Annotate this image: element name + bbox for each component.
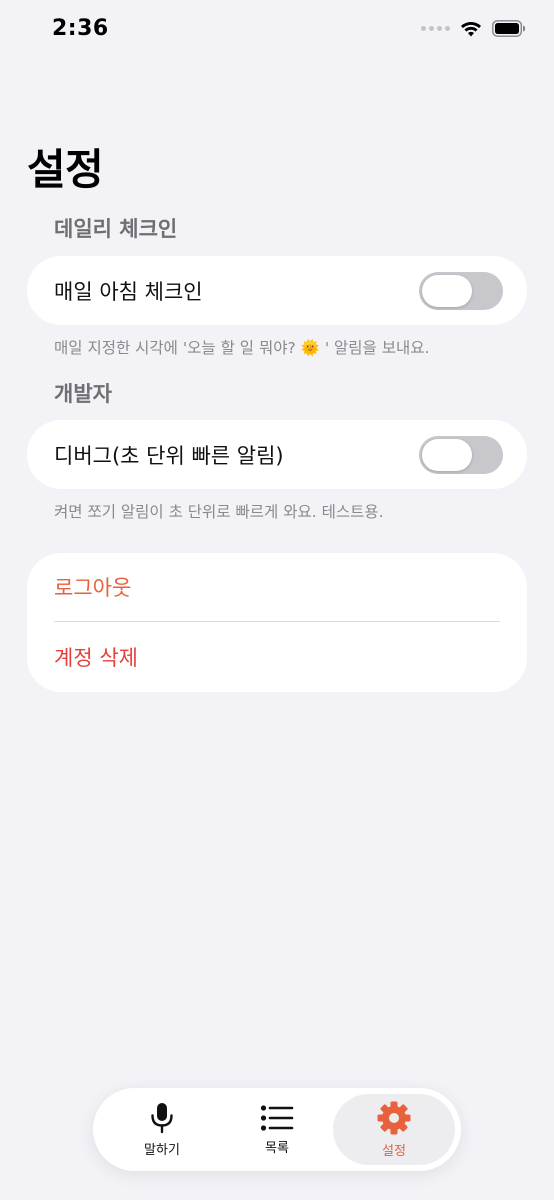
debug-toggle[interactable]: [419, 435, 503, 474]
delete-account-button[interactable]: 계정 삭제: [54, 642, 138, 672]
tab-settings[interactable]: 설정: [333, 1094, 455, 1165]
tab-bar: 말하기 목록 설정: [93, 1088, 461, 1171]
toggle-knob: [422, 274, 472, 307]
daily-checkin-footnote: 매일 지정한 시각에 '오늘 할 일 뭐야? 🌞 ' 알림을 보내요.: [54, 339, 430, 357]
battery-icon: [492, 20, 526, 37]
debug-row: 디버그(초 단위 빠른 알림): [27, 420, 527, 489]
tab-list-label: 목록: [265, 1140, 289, 1156]
tab-settings-label: 설정: [382, 1143, 406, 1159]
account-card: 로그아웃 계정 삭제: [27, 553, 527, 692]
daily-checkin-toggle[interactable]: [419, 271, 503, 310]
gear-icon: [377, 1101, 411, 1134]
status-time: 2:36: [52, 16, 109, 41]
cellular-signal-icon: [421, 26, 450, 31]
logout-button[interactable]: 로그아웃: [54, 572, 131, 602]
daily-checkin-label: 매일 아침 체크인: [54, 279, 203, 304]
debug-footnote: 켜면 쪼기 알림이 초 단위로 빠르게 와요. 테스트용.: [54, 503, 384, 521]
status-indicators: [421, 20, 526, 37]
settings-screen: 2:36 설정 데일리 체크인 매일 아침 체크인 매일 지정한 시각에 '오늘…: [0, 0, 554, 1200]
delete-account-row[interactable]: 계정 삭제: [27, 622, 527, 692]
daily-checkin-row: 매일 아침 체크인: [27, 256, 527, 325]
daily-checkin-card: 매일 아침 체크인: [27, 256, 527, 325]
list-icon: [260, 1104, 294, 1131]
section-header-developer: 개발자: [54, 382, 112, 406]
microphone-icon: [151, 1102, 173, 1133]
page-title: 설정: [27, 145, 104, 194]
toggle-knob: [422, 438, 472, 471]
developer-card: 디버그(초 단위 빠른 알림): [27, 420, 527, 489]
logout-row[interactable]: 로그아웃: [27, 553, 527, 621]
tab-speak-label: 말하기: [144, 1142, 180, 1158]
section-header-daily: 데일리 체크인: [54, 217, 178, 241]
tab-speak[interactable]: 말하기: [103, 1094, 221, 1165]
wifi-icon: [461, 22, 481, 37]
tab-list[interactable]: 목록: [218, 1094, 336, 1165]
debug-label: 디버그(초 단위 빠른 알림): [54, 443, 284, 468]
